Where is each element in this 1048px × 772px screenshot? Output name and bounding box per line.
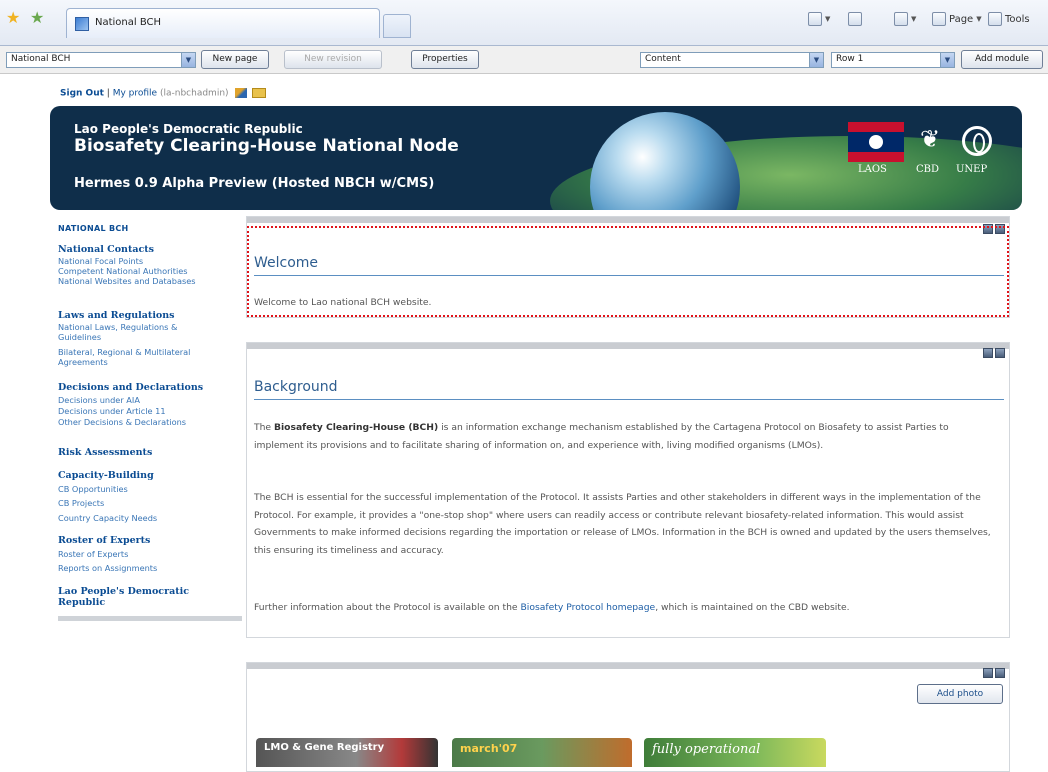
banner-title: Biosafety Clearing-House National Node xyxy=(74,136,459,156)
user-links: Sign Out | My profile (la-nbchadmin) xyxy=(60,88,267,99)
new-revision-button[interactable]: New revision xyxy=(284,50,382,69)
module-header-bar xyxy=(247,343,1009,349)
background-paragraph-2: The BCH is essential for the successful … xyxy=(254,492,991,556)
unep-label: UNEP xyxy=(956,164,988,175)
add-photo-button[interactable]: Add photo xyxy=(917,684,1003,704)
unep-logo-icon xyxy=(962,126,992,156)
sidebar-item-decisions-aia[interactable]: Decisions under AIA xyxy=(58,395,140,406)
laos-label: LAOS xyxy=(858,164,887,175)
banner-subtitle: Hermes 0.9 Alpha Preview (Hosted NBCH w/… xyxy=(74,176,435,191)
home-icon xyxy=(808,12,822,26)
sign-out-link[interactable]: Sign Out xyxy=(60,89,104,99)
photo-thumbnail-operational[interactable]: fully operational xyxy=(644,738,826,767)
sidebar-heading-lao-pdr[interactable]: Lao People's Democratic Republic xyxy=(58,586,218,608)
background-paragraph-1: The Biosafety Clearing-House (BCH) is an… xyxy=(254,422,949,451)
selected-module-outline xyxy=(247,226,1009,317)
add-module-button[interactable]: Add module xyxy=(961,50,1043,69)
page-icon xyxy=(932,12,946,26)
module-header-bar xyxy=(247,217,1009,223)
module-controls xyxy=(983,348,1005,358)
home-button[interactable]: ▼ xyxy=(808,12,830,26)
my-profile-link[interactable]: My profile xyxy=(113,89,157,99)
photo-thumbnail-lmo-registry[interactable]: LMO & Gene Registry xyxy=(256,738,438,767)
sidebar-item-websites-databases[interactable]: National Websites and Databases xyxy=(58,276,196,287)
page-select[interactable]: National BCH ▼ xyxy=(6,52,196,68)
sidebar-item-other-decisions[interactable]: Other Decisions & Declarations xyxy=(58,417,186,428)
background-module: Background The Biosafety Clearing-House … xyxy=(246,342,1010,638)
tab-title: National BCH xyxy=(95,17,162,28)
folder-icon[interactable] xyxy=(252,88,267,98)
sidebar-item-roster-of-experts[interactable]: Roster of Experts xyxy=(58,549,128,560)
module-edit-icon[interactable] xyxy=(983,668,993,678)
add-favorites-icon[interactable]: ★ xyxy=(30,10,44,26)
print-button[interactable]: ▼ xyxy=(894,12,916,26)
feed-icon xyxy=(848,12,862,26)
gear-icon xyxy=(988,12,1002,26)
page-menu[interactable]: Page ▼ xyxy=(932,12,982,26)
module-close-icon[interactable] xyxy=(995,348,1005,358)
region-select-value: Content xyxy=(645,54,681,64)
sidebar-heading-risk-assessments[interactable]: Risk Assessments xyxy=(58,447,152,458)
print-icon xyxy=(894,12,908,26)
sidebar-nav: NATIONAL BCH National Contacts National … xyxy=(58,224,242,624)
sidebar-title: NATIONAL BCH xyxy=(58,224,129,233)
new-page-button[interactable]: New page xyxy=(201,50,269,69)
background-paragraph-3: Further information about the Protocol i… xyxy=(254,602,850,613)
module-edit-icon[interactable] xyxy=(983,348,993,358)
favorites-star-icon[interactable]: ★ xyxy=(6,10,20,26)
tools-menu-label: Tools xyxy=(1005,13,1030,25)
cbd-label: CBD xyxy=(916,164,940,175)
site-banner: Lao People's Democratic Republic Biosafe… xyxy=(50,106,1022,210)
username: (la-nbchadmin) xyxy=(159,88,229,99)
sidebar-heading-national-contacts[interactable]: National Contacts xyxy=(58,244,154,255)
chevron-down-icon[interactable]: ▼ xyxy=(809,53,823,67)
globe-image xyxy=(590,112,740,210)
sidebar-bottom-bar xyxy=(58,616,242,621)
banner-country: Lao People's Democratic Republic xyxy=(74,122,303,136)
page-favicon-icon xyxy=(75,17,89,31)
tools-menu[interactable]: Tools xyxy=(988,12,1030,26)
background-title: Background xyxy=(254,379,338,395)
biosafety-protocol-link[interactable]: Biosafety Protocol homepage xyxy=(521,602,656,613)
page-select-value: National BCH xyxy=(11,54,71,64)
module-controls xyxy=(983,668,1005,678)
sidebar-item-agreements[interactable]: Bilateral, Regional & Multilateral Agree… xyxy=(58,347,228,367)
sidebar-item-cb-projects[interactable]: CB Projects xyxy=(58,498,104,509)
title-divider xyxy=(254,399,1004,400)
laos-flag-icon xyxy=(848,122,904,162)
sidebar-item-reports-on-assignments[interactable]: Reports on Assignments xyxy=(58,563,157,574)
page-menu-label: Page xyxy=(949,13,974,25)
row-select-value: Row 1 xyxy=(836,54,864,64)
cms-toolbar: National BCH ▼ New page New revision Pro… xyxy=(0,46,1048,74)
sidebar-item-country-capacity-needs[interactable]: Country Capacity Needs xyxy=(58,513,157,524)
row-select[interactable]: Row 1 ▼ xyxy=(831,52,955,68)
sidebar-heading-laws[interactable]: Laws and Regulations xyxy=(58,310,175,321)
sidebar-item-cb-opportunities[interactable]: CB Opportunities xyxy=(58,484,128,495)
feeds-button[interactable] xyxy=(848,12,862,26)
sidebar-item-national-laws[interactable]: National Laws, Regulations & Guidelines xyxy=(58,322,218,342)
sidebar-item-decisions-article-11[interactable]: Decisions under Article 11 xyxy=(58,406,166,417)
browser-tab[interactable]: National BCH xyxy=(66,8,380,38)
edit-pencil-icon[interactable] xyxy=(235,88,248,98)
properties-button[interactable]: Properties xyxy=(411,50,479,69)
cbd-leaf-icon: ❦ xyxy=(920,125,941,153)
module-header-bar xyxy=(247,663,1009,669)
chevron-down-icon[interactable]: ▼ xyxy=(940,53,954,67)
photo-thumbnail-march[interactable]: march'07 xyxy=(452,738,632,767)
module-close-icon[interactable] xyxy=(995,668,1005,678)
sidebar-heading-roster[interactable]: Roster of Experts xyxy=(58,535,150,546)
chevron-down-icon[interactable]: ▼ xyxy=(181,53,195,67)
region-select[interactable]: Content ▼ xyxy=(640,52,824,68)
user-separator: | xyxy=(106,88,110,99)
browser-toolbar: ★ ★ National BCH ▼ ▼ Page ▼ Tools xyxy=(0,0,1048,46)
sidebar-heading-capacity-building[interactable]: Capacity-Building xyxy=(58,470,154,481)
sidebar-heading-decisions[interactable]: Decisions and Declarations xyxy=(58,382,203,393)
new-tab-button[interactable] xyxy=(383,14,411,38)
bch-strong: Biosafety Clearing-House (BCH) xyxy=(274,422,439,433)
